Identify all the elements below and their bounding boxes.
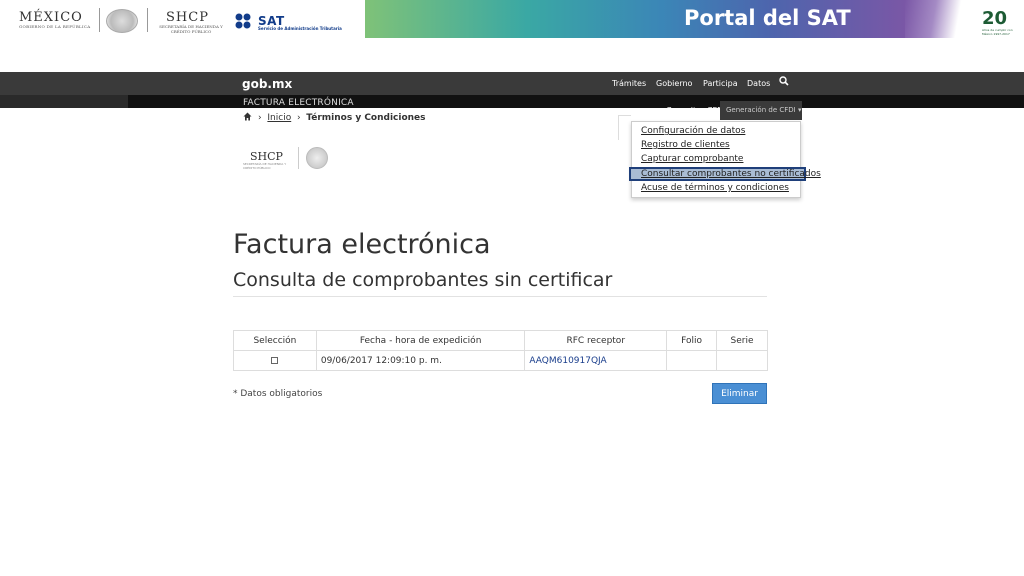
- logo-divider: [298, 147, 299, 169]
- table-header-row: Selección Fecha - hora de expedición RFC…: [233, 330, 768, 351]
- rfc-link[interactable]: AAQM610917QJA: [524, 350, 668, 371]
- title-divider: [233, 296, 767, 297]
- page-subtitle: Consulta de comprobantes sin certificar: [233, 269, 613, 291]
- menu-item-capturar-comprobante[interactable]: Capturar comprobante: [641, 154, 743, 164]
- logo-divider: [99, 8, 100, 32]
- column-header-fecha: Fecha - hora de expedición: [315, 330, 526, 351]
- generacion-cfdi-label: Generación de CFDI ▾: [726, 106, 802, 114]
- selection-cell: [233, 350, 317, 371]
- nav-gobierno[interactable]: Gobierno: [656, 79, 692, 88]
- top-banner: MÉXICO GOBIERNO DE LA REPÚBLICA SHCP SEC…: [0, 0, 1024, 38]
- mexico-logo-title: MÉXICO: [19, 10, 83, 25]
- shcp-logo-subtitle: SECRETARÍA DE HACIENDA Y CRÉDITO PÚBLICO: [159, 24, 223, 34]
- breadcrumb-current: Términos y Condiciones: [306, 113, 426, 123]
- breadcrumb-inicio[interactable]: Inicio: [267, 113, 291, 123]
- generacion-cfdi-menu[interactable]: Generación de CFDI ▾: [720, 101, 802, 120]
- row-checkbox[interactable]: [271, 356, 279, 364]
- shcp-logo-title: SHCP: [166, 10, 209, 25]
- nav-participa[interactable]: Participa: [703, 79, 738, 88]
- mexico-logo-subtitle: GOBIERNO DE LA REPÚBLICA: [19, 24, 91, 29]
- sat-logo-subtitle: Servicio de Administración Tributaria: [258, 26, 342, 31]
- content-shcp-logo-subtitle: SECRETARÍA DE HACIENDA Y CRÉDITO PÚBLICO: [243, 162, 287, 170]
- gob-navbar: gob.mx Trámites Gobierno Participa Datos: [0, 72, 1024, 95]
- search-icon[interactable]: [779, 76, 789, 89]
- column-header-folio: Folio: [666, 330, 718, 351]
- column-header-serie: Serie: [716, 330, 768, 351]
- factura-subbar: FACTURA ELECTRÓNICA: [0, 95, 1024, 108]
- nav-tramites[interactable]: Trámites: [612, 79, 646, 88]
- nav-datos[interactable]: Datos: [747, 79, 770, 88]
- sat-logo-icon: [234, 13, 254, 29]
- national-seal-icon: [106, 9, 138, 33]
- anniversary-caption: Años de cumplir con México 1997-2017: [982, 28, 1013, 36]
- folio-cell: [666, 350, 718, 371]
- table-row: 09/06/2017 12:09:10 p. m. AAQM610917QJA: [233, 350, 768, 371]
- eliminar-button[interactable]: Eliminar: [712, 383, 767, 404]
- menu-item-acuse-terminos[interactable]: Acuse de términos y condiciones: [641, 183, 789, 193]
- comprobantes-table: Selección Fecha - hora de expedición RFC…: [233, 330, 768, 371]
- subbar-left-strip: [0, 95, 128, 108]
- portal-title: Portal del SAT: [684, 6, 851, 30]
- gob-logo[interactable]: gob.mx: [242, 77, 292, 91]
- breadcrumb: › Inicio › Términos y Condiciones: [243, 112, 426, 123]
- consultar-cfd-menu[interactable]: Consultar CFD: [666, 106, 723, 115]
- page-title: Factura electrónica: [233, 229, 491, 260]
- breadcrumb-separator: ›: [294, 113, 304, 123]
- menu-item-consultar-no-certificados[interactable]: Consultar comprobantes no certificados: [641, 169, 821, 179]
- menu-item-registro-clientes[interactable]: Registro de clientes: [641, 140, 730, 150]
- column-header-rfc: RFC receptor: [524, 330, 668, 351]
- serie-cell: [716, 350, 768, 371]
- breadcrumb-separator: ›: [255, 113, 265, 123]
- fecha-cell: 09/06/2017 12:09:10 p. m.: [315, 350, 526, 371]
- national-seal-icon: [306, 147, 328, 169]
- home-icon[interactable]: [243, 112, 255, 123]
- column-header-seleccion: Selección: [233, 330, 317, 351]
- required-fields-note: * Datos obligatorios: [233, 389, 323, 399]
- anniversary-logo: 20: [982, 8, 1008, 29]
- dropdown-edge: [618, 115, 631, 140]
- menu-item-configuracion-datos[interactable]: Configuración de datos: [641, 126, 745, 136]
- factura-section-label: FACTURA ELECTRÓNICA: [243, 98, 354, 108]
- logo-divider: [147, 8, 148, 32]
- generacion-cfdi-dropdown: Configuración de datos Registro de clien…: [629, 121, 821, 198]
